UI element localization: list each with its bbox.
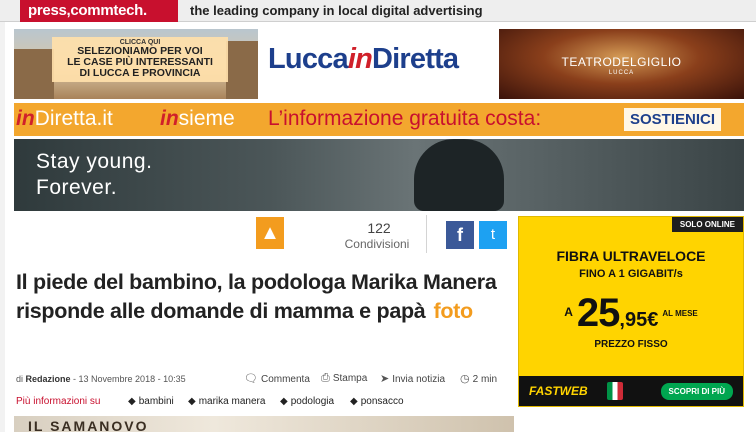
support-message: L’informazione gratuita costa: [268,107,542,130]
italia-shield-icon [607,382,623,400]
tag-label: ponsacco [360,396,404,407]
twitter-share-button[interactable]: t [479,221,507,249]
fastweb-price: A 25,95€ AL MESE [519,291,743,336]
tag-label: marika manera [198,396,266,407]
building-shape [226,41,258,99]
facebook-share-button[interactable]: f [446,221,474,249]
diretta-text: Diretta.it [34,107,113,130]
share-label: Condivisioni [344,237,410,251]
solo-online-badge: SOLO ONLINE [671,217,743,232]
indiretta-brand: inDiretta.it [16,107,113,131]
share-count: 122 [367,220,391,236]
byline-prefix: di [16,374,26,384]
tag-icon: ◆ [128,396,136,407]
tag-link[interactable]: ◆ ponsacco [350,396,404,407]
send-label: Invia notizia [392,374,446,385]
scopri-di-piu-button[interactable]: SCOPRI DI PIÙ [660,383,733,400]
in-mark: in [160,107,179,130]
case-ad-textbox: CLICCA QUI SELEZIONIAMO PER VOI LE CASE … [52,37,228,82]
price-a: A [564,305,573,319]
author-link[interactable]: Redazione [26,374,71,384]
price-per: AL MESE [662,309,698,318]
article-image[interactable]: IL SAMANOVO [14,416,514,432]
lucca-in-diretta-logo[interactable]: LuccainDiretta [268,43,459,87]
logo-diretta: Diretta [372,43,459,75]
send-icon: ➤ [380,373,390,385]
logo-in: in [347,43,373,75]
teatro-city: LUCCA [608,70,635,76]
read-time-label: 2 min [472,374,498,385]
tag-icon: ◆ [350,396,358,407]
headphones-person-image [414,139,504,211]
fastweb-ad[interactable]: SOLO ONLINE FIBRA ULTRAVELOCE FINO A 1 G… [518,216,744,407]
print-icon: ⎙ [321,372,330,384]
publish-date: - 13 Novembre 2018 - 10:35 [70,374,186,384]
comment-icon: 🗨 [244,373,258,385]
stay-young-text: Stay young. Forever. [36,149,152,201]
comment-label: Commenta [260,374,310,385]
fastweb-subheadline: FINO A 1 GIGABIT/s [579,268,683,280]
stay-young-ad[interactable]: Stay young. Forever. [14,139,744,211]
tag-label: bambini [138,396,174,407]
article-image-text: IL SAMANOVO [28,418,149,432]
prezzo-fisso: PREZZO FISSO [594,339,668,350]
price-int: 25 [576,291,620,335]
case-lucca-ad[interactable]: CLICCA QUI SELEZIONIAMO PER VOI LE CASE … [14,29,258,99]
fastweb-footer: FASTWEB SCOPRI DI PIÙ [519,376,743,406]
header-banner-row: CLICCA QUI SELEZIONIAMO PER VOI LE CASE … [14,29,744,99]
print-action[interactable]: ⎙ Stampa [321,372,367,385]
price-dec: ,95€ [619,309,659,331]
in-mark: in [16,107,35,130]
print-label: Stampa [332,373,368,384]
press-tagline: the leading company in local digital adv… [190,3,483,18]
tag-link[interactable]: ◆ podologia [280,396,334,407]
building-shape [14,49,54,99]
share-bar: ▲ 122 Condivisioni f t [14,215,514,255]
stay-line-1: Stay young. [36,150,153,173]
stay-line-2: Forever. [36,176,118,199]
article-title: Il piede del bambino, la podologa Marika… [16,268,516,326]
press-bar: press,commtech. the leading company in l… [0,0,756,22]
share-divider [426,215,427,253]
teatro-del-giglio-ad[interactable]: TEATRODELGIGLIO LUCCA [499,29,744,99]
logo-lucca: Lucca [268,43,349,75]
send-news-action[interactable]: ➤ Invia notizia [380,372,445,385]
comment-action[interactable]: 🗨 Commenta [244,372,310,385]
sostienici-button[interactable]: SOSTIENICI [624,108,722,131]
sieme-text: sieme [178,107,235,130]
support-banner[interactable]: inDiretta.it insieme L’informazione grat… [14,103,744,136]
article-meta: di Redazione - 13 Novembre 2018 - 10:35 … [16,372,512,388]
read-time: ◷ 2 min [460,372,497,385]
flame-icon: ▲ [256,217,284,249]
tag-icon: ◆ [188,396,196,407]
more-info-label: Più informazioni su [16,396,101,407]
byline: di Redazione - 13 Novembre 2018 - 10:35 [16,374,186,384]
fastweb-headline: FIBRA ULTRAVELOCE [556,248,706,264]
tag-link[interactable]: ◆ marika manera [188,396,265,407]
page-left-edge [0,22,5,432]
case-ad-line: DI LUCCA E PROVINCIA [79,67,201,79]
tag-label: podologia [290,396,335,407]
tag-icon: ◆ [280,396,288,407]
tag-link[interactable]: ◆ bambini [128,396,174,407]
clock-icon: ◷ [460,373,470,385]
teatro-name: TEATRODELGIGLIO [561,55,682,69]
fastweb-logo: FASTWEB [529,384,588,398]
foto-link[interactable]: foto [433,299,473,323]
press-commtech-logo[interactable]: press,commtech. [20,0,178,22]
article-title-text: Il piede del bambino, la podologa Marika… [16,270,497,323]
more-info-row: Più informazioni su ◆ bambini ◆ marika man… [16,396,512,410]
insieme-brand: insieme [160,107,235,131]
